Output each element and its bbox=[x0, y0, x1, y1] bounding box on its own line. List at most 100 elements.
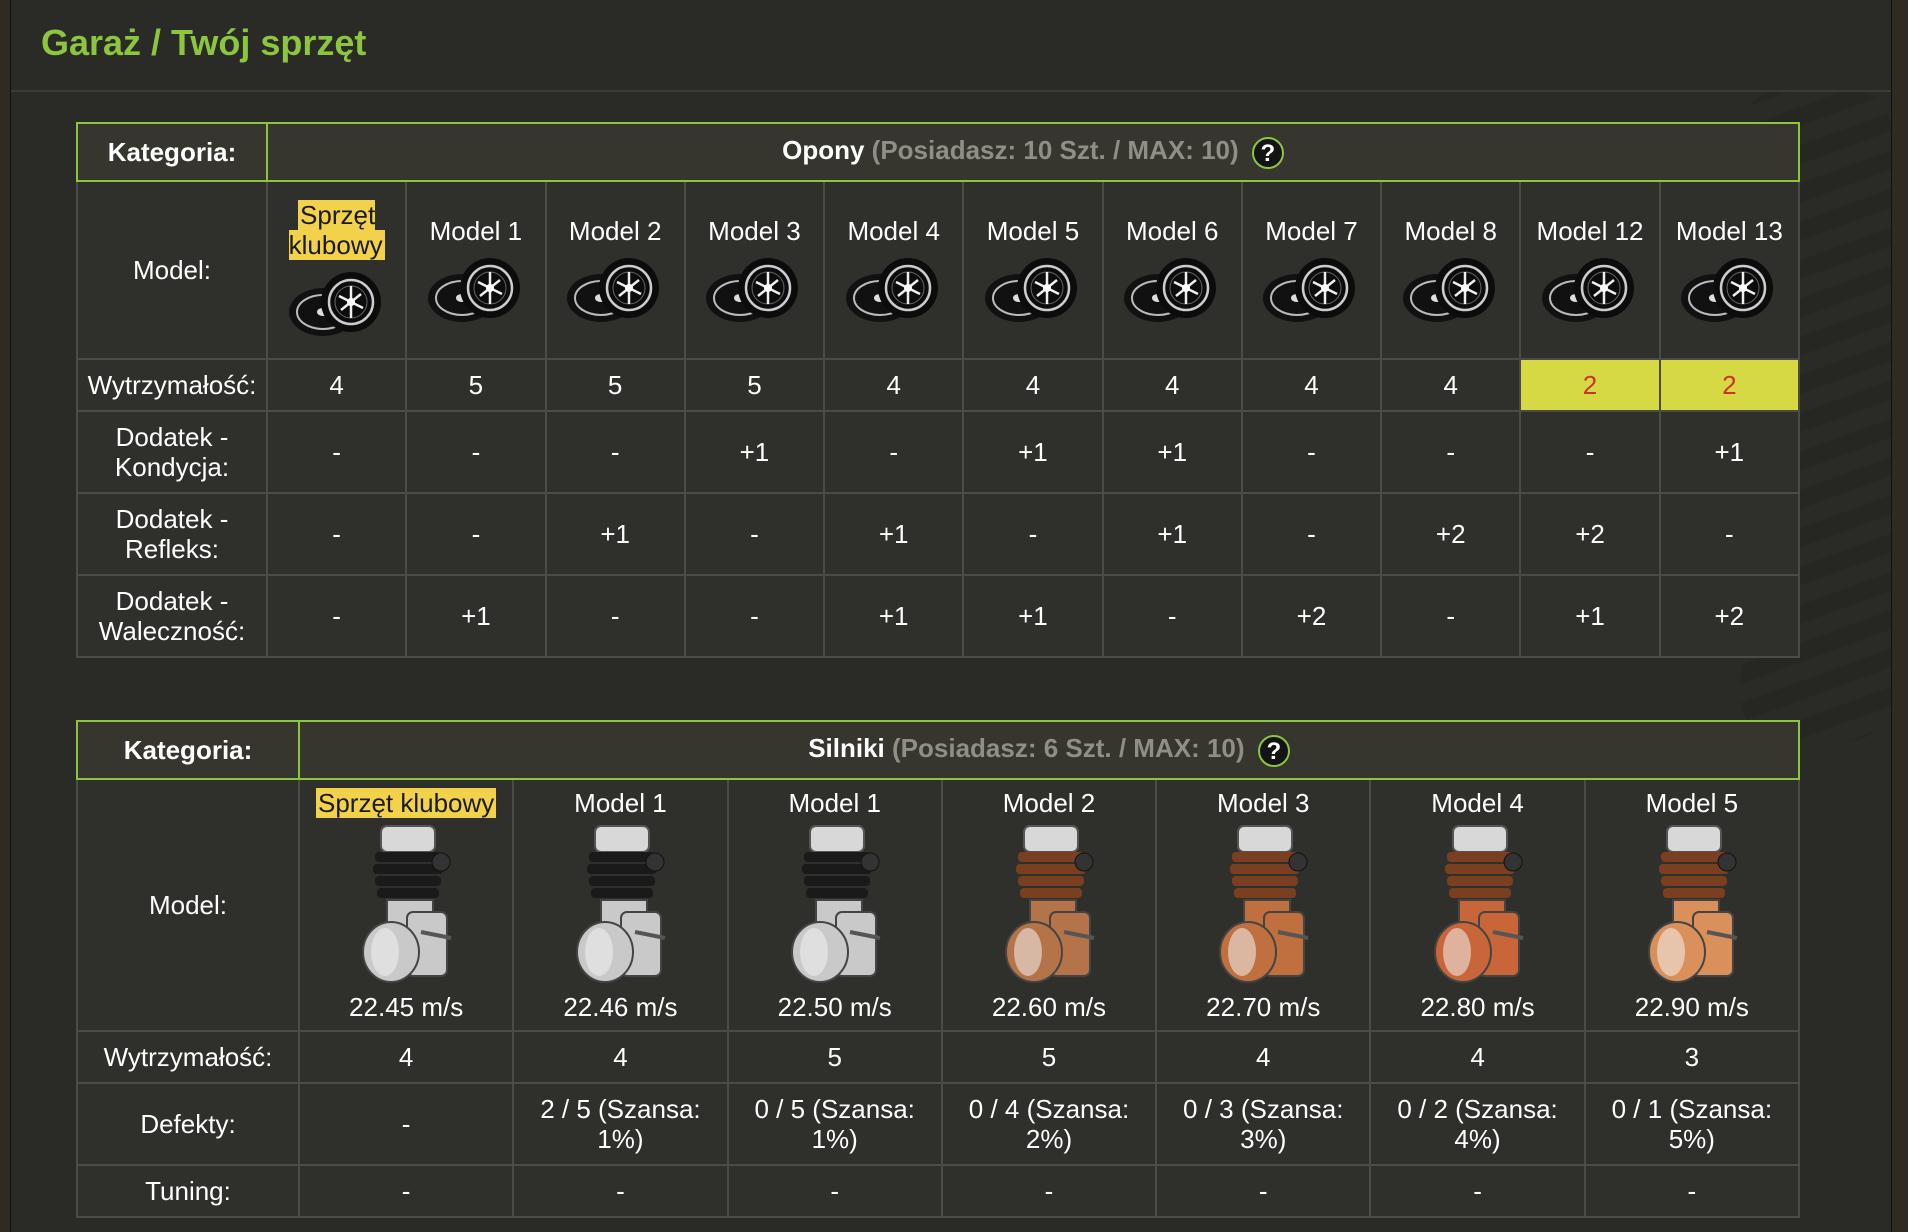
category-name: Opony bbox=[782, 135, 865, 166]
engine-icon bbox=[1219, 825, 1309, 983]
category-title: Opony (Posiadasz: 10 Szt. / MAX: 10) ? bbox=[266, 122, 1800, 182]
tire-model-name: Model 2 bbox=[568, 216, 662, 246]
tires-reflex-row: Dodatek - Refleks: - - +1- +1- +1- +2 +2- bbox=[76, 492, 1801, 576]
engine-defects-value: 0 / 5 (Szansa: 1%) bbox=[726, 1082, 943, 1166]
engine-model-cell[interactable]: Model 1 22.46 m/s bbox=[512, 778, 729, 1032]
engine-icon bbox=[1647, 825, 1738, 983]
engine-model-name: Model 5 bbox=[1645, 788, 1739, 818]
engines-durability-row: Wytrzymałość: 4455443 bbox=[76, 1030, 1801, 1084]
tire-condition-value: - bbox=[1519, 410, 1661, 494]
engine-tuning-value: - bbox=[297, 1164, 515, 1218]
engine-durability-value: 4 bbox=[297, 1030, 515, 1084]
tire-bravery-value: +1 bbox=[962, 574, 1104, 658]
tire-reflex-value: - bbox=[1658, 492, 1801, 576]
tire-condition-value: +1 bbox=[1101, 410, 1243, 494]
tire-durability-value: 5 bbox=[544, 358, 686, 412]
engine-speed: 22.50 m/s bbox=[777, 992, 892, 1022]
engine-defects-value: 0 / 1 (Szansa: 5%) bbox=[1583, 1082, 1801, 1166]
engine-defects-value: 2 / 5 (Szansa: 1%) bbox=[512, 1082, 729, 1166]
tire-bravery-value: - bbox=[1380, 574, 1522, 658]
tire-model-cell[interactable]: Model 3 bbox=[683, 180, 826, 360]
tire-model-name: Sprzęt klubowy bbox=[288, 200, 385, 260]
tire-durability-value: 2 bbox=[1658, 358, 1801, 412]
tire-reflex-value: +1 bbox=[823, 492, 965, 576]
engine-model-cell[interactable]: Model 2 22.60 m/s bbox=[940, 778, 1158, 1032]
engine-speed: 22.45 m/s bbox=[349, 992, 464, 1022]
tires-table: Kategoria: Opony (Posiadasz: 10 Szt. / M… bbox=[76, 122, 1801, 658]
tire-durability-value: 4 bbox=[1380, 358, 1522, 412]
engine-icon bbox=[1433, 825, 1523, 983]
tire-reflex-value: - bbox=[962, 492, 1104, 576]
engine-durability-value: 5 bbox=[726, 1030, 943, 1084]
tire-model-cell[interactable]: Model 7 bbox=[1240, 180, 1383, 360]
tire-model-name: Model 13 bbox=[1675, 216, 1783, 246]
tire-reflex-value: +1 bbox=[1101, 492, 1243, 576]
tire-bravery-value: - bbox=[265, 574, 408, 658]
help-icon[interactable]: ? bbox=[1251, 136, 1284, 169]
engine-speed: 22.60 m/s bbox=[991, 992, 1107, 1022]
tire-model-name: Model 1 bbox=[429, 216, 523, 246]
tire-bravery-value: +2 bbox=[1658, 574, 1801, 658]
engine-model-name: Model 2 bbox=[1002, 788, 1096, 818]
tire-icon bbox=[288, 272, 381, 336]
tire-icon bbox=[567, 258, 660, 322]
engine-durability-value: 4 bbox=[1369, 1030, 1586, 1084]
tire-model-cell[interactable]: Model 6 bbox=[1101, 180, 1243, 360]
tire-reflex-value: - bbox=[265, 492, 408, 576]
tire-model-cell[interactable]: Model 8 bbox=[1380, 180, 1522, 360]
tire-condition-value: +1 bbox=[962, 410, 1104, 494]
engine-icon bbox=[1004, 825, 1095, 983]
tire-model-cell[interactable]: Model 12 bbox=[1519, 180, 1661, 360]
tire-condition-value: +1 bbox=[1658, 410, 1801, 494]
tire-durability-value: 4 bbox=[1240, 358, 1383, 412]
tire-durability-value: 4 bbox=[1101, 358, 1243, 412]
tire-bravery-value: +1 bbox=[405, 574, 547, 658]
engine-model-cell[interactable]: Model 1 22.50 m/s bbox=[726, 778, 943, 1032]
engine-tuning-value: - bbox=[1369, 1164, 1586, 1218]
row-label-reflex: Dodatek - Refleks: bbox=[76, 492, 268, 576]
tire-model-name: Model 4 bbox=[847, 216, 940, 246]
tire-model-cell[interactable]: Sprzęt klubowy bbox=[265, 180, 408, 360]
owned-count: (Posiadasz: 6 Szt. / MAX: 10) bbox=[892, 733, 1245, 764]
engine-tuning-value: - bbox=[940, 1164, 1158, 1218]
tire-condition-value: - bbox=[544, 410, 686, 494]
engine-defects-value: - bbox=[297, 1082, 515, 1166]
engines-header-row: Kategoria: Silniki (Posiadasz: 6 Szt. / … bbox=[76, 720, 1800, 780]
tire-durability-value: 2 bbox=[1519, 358, 1661, 412]
engine-model-name: Model 3 bbox=[1217, 788, 1310, 818]
tire-model-cell[interactable]: Model 5 bbox=[962, 180, 1104, 360]
tire-model-cell[interactable]: Model 4 bbox=[823, 180, 965, 360]
tire-model-cell[interactable]: Model 2 bbox=[544, 180, 686, 360]
engine-model-cell[interactable]: Sprzęt klubowy 22.45 m/s bbox=[297, 778, 515, 1032]
engines-defects-row: Defekty: -2 / 5 (Szansa: 1%) 0 / 5 (Szans… bbox=[76, 1082, 1801, 1166]
engines-table: Kategoria: Silniki (Posiadasz: 6 Szt. / … bbox=[76, 720, 1801, 1218]
engine-model-name: Model 1 bbox=[574, 788, 667, 818]
help-icon[interactable]: ? bbox=[1257, 734, 1290, 767]
engine-defects-value: 0 / 4 (Szansa: 2%) bbox=[940, 1082, 1158, 1166]
tire-bravery-value: +1 bbox=[1519, 574, 1661, 658]
engine-model-cell[interactable]: Model 5 22.90 m/s bbox=[1583, 778, 1801, 1032]
engine-tuning-value: - bbox=[726, 1164, 943, 1218]
tire-durability-value: 4 bbox=[265, 358, 408, 412]
engine-model-cell[interactable]: Model 4 22.80 m/s bbox=[1369, 778, 1586, 1032]
tire-condition-value: - bbox=[1240, 410, 1383, 494]
category-label: Kategoria: bbox=[76, 122, 268, 182]
tires-bravery-row: Dodatek - Waleczność: - +1- - +1 +1- +2- +1 +2 bbox=[76, 574, 1801, 658]
tire-icon bbox=[1542, 258, 1635, 322]
row-label-durability: Wytrzymałość: bbox=[76, 358, 268, 412]
category-name: Silniki bbox=[808, 733, 885, 764]
tire-model-cell[interactable]: Model 13 bbox=[1658, 180, 1801, 360]
engine-model-name: Sprzęt klubowy bbox=[300, 788, 512, 818]
tire-icon bbox=[427, 258, 520, 322]
tire-model-cell[interactable]: Model 1 bbox=[405, 180, 547, 360]
tire-bravery-value: +2 bbox=[1240, 574, 1383, 658]
row-label-condition: Dodatek - Kondycja: bbox=[76, 410, 268, 494]
tire-bravery-value: - bbox=[683, 574, 826, 658]
engine-model-cell[interactable]: Model 3 22.70 m/s bbox=[1155, 778, 1372, 1032]
title-divider bbox=[11, 90, 1891, 92]
tires-header-row: Kategoria: Opony (Posiadasz: 10 Szt. / M… bbox=[76, 122, 1800, 182]
row-label-model: Model: bbox=[76, 180, 268, 360]
tire-condition-value: +1 bbox=[683, 410, 826, 494]
engine-durability-value: 3 bbox=[1583, 1030, 1801, 1084]
tire-reflex-value: - bbox=[405, 492, 547, 576]
